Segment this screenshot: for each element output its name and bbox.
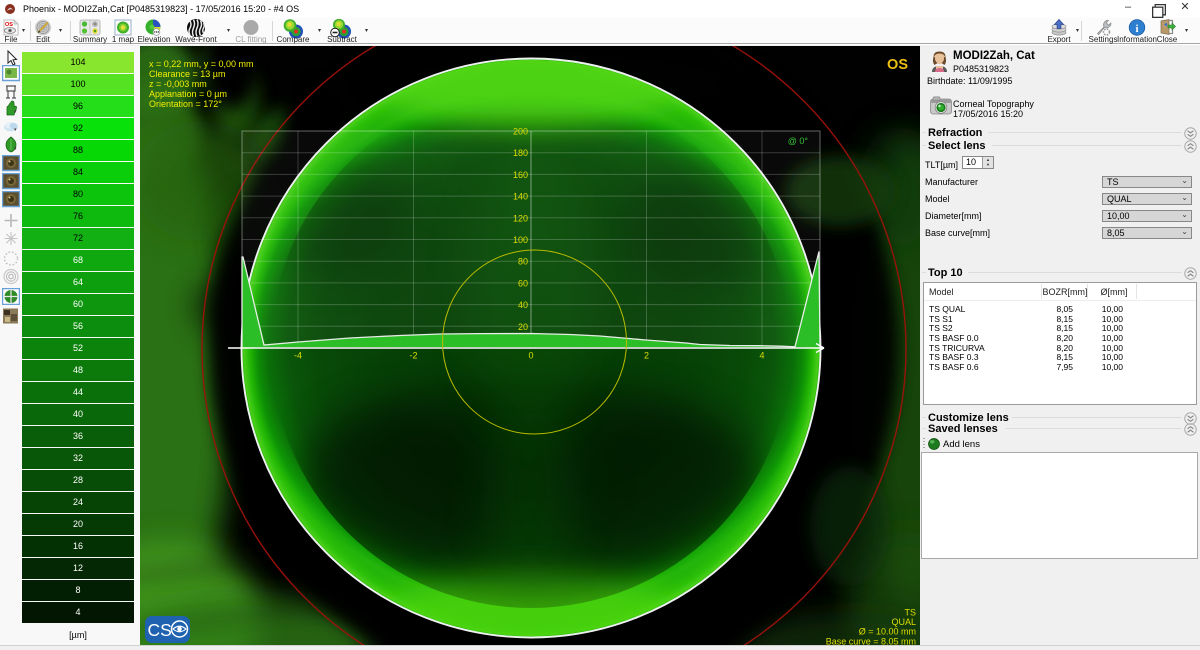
svg-text:-4: -4 — [294, 351, 302, 361]
svg-text:2: 2 — [644, 351, 649, 361]
svg-text:4: 4 — [759, 351, 764, 361]
svg-text:0: 0 — [528, 351, 533, 361]
svg-text:140: 140 — [513, 192, 528, 202]
svg-text:OS: OS — [887, 57, 908, 73]
svg-text:40: 40 — [518, 300, 528, 310]
svg-text:@ 0°: @ 0° — [788, 136, 809, 146]
svg-text:20: 20 — [518, 322, 528, 332]
svg-text:100: 100 — [513, 235, 528, 245]
svg-text:Applanation = 0 µm: Applanation = 0 µm — [149, 89, 227, 99]
svg-text:200: 200 — [513, 127, 528, 137]
svg-text:TS: TS — [904, 608, 916, 618]
svg-text:x = 0,22 mm, y = 0,00 mm: x = 0,22 mm, y = 0,00 mm — [149, 59, 254, 69]
svg-text:i: i — [1135, 23, 1138, 35]
svg-text:Ø = 10.00 mm: Ø = 10.00 mm — [859, 627, 916, 637]
svg-text:Base curve = 8.05 mm: Base curve = 8.05 mm — [826, 636, 916, 645]
svg-text:180: 180 — [513, 148, 528, 158]
svg-text:60: 60 — [518, 278, 528, 288]
svg-text:Orientation = 172°: Orientation = 172° — [149, 99, 222, 109]
svg-text:z = -0,003 mm: z = -0,003 mm — [149, 79, 207, 89]
svg-text:CS: CS — [148, 620, 172, 640]
svg-text:OS: OS — [5, 22, 13, 28]
svg-text:160: 160 — [513, 170, 528, 180]
svg-text:80: 80 — [518, 257, 528, 267]
svg-text:120: 120 — [513, 213, 528, 223]
svg-text:-2: -2 — [409, 351, 417, 361]
svg-text:Clearance = 13 µm: Clearance = 13 µm — [149, 69, 225, 79]
svg-text:QUAL: QUAL — [891, 617, 916, 627]
